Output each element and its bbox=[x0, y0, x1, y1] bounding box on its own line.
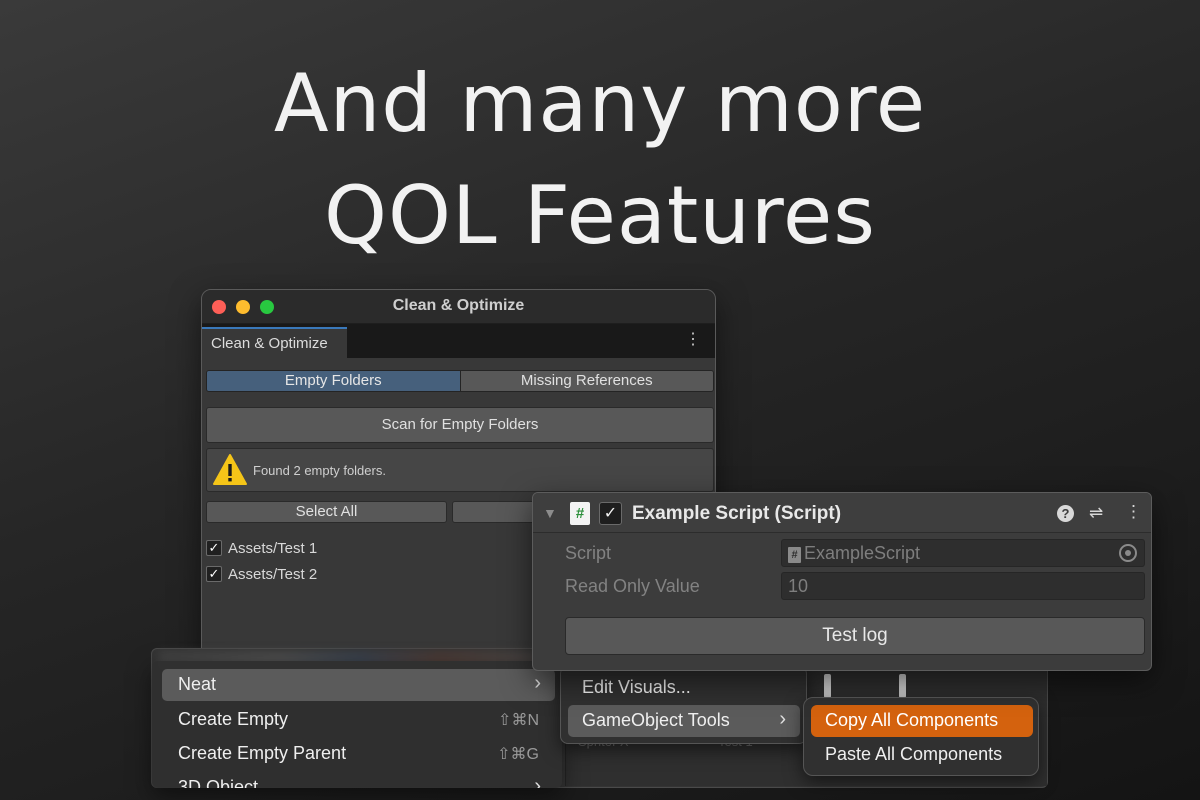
menu-item-label: GameObject Tools bbox=[582, 710, 730, 730]
test-log-button[interactable]: Test log bbox=[565, 617, 1145, 655]
script-field[interactable]: # ExampleScript bbox=[781, 539, 1145, 567]
warning-icon bbox=[213, 454, 247, 485]
headline: And many more QOL Features bbox=[0, 48, 1200, 272]
folder-path: Assets/Test 2 bbox=[228, 565, 318, 583]
foldout-arrow-icon[interactable]: ▼ bbox=[543, 505, 557, 521]
gameobject-tools-submenu: Copy All Components Paste All Components bbox=[803, 697, 1039, 776]
folder-checkbox[interactable]: ✓ bbox=[206, 566, 222, 582]
menu-item-label: Edit Visuals... bbox=[582, 677, 691, 697]
read-only-value: 10 bbox=[788, 576, 809, 596]
kebab-icon[interactable]: ⋮ bbox=[685, 331, 701, 349]
object-picker-icon[interactable] bbox=[1119, 544, 1137, 562]
select-all-button[interactable]: Select All bbox=[206, 501, 447, 523]
folder-row[interactable]: ✓ Assets/Test 2 bbox=[206, 563, 317, 585]
mode-toolbar: Empty Folders Missing References bbox=[206, 370, 714, 392]
chevron-right-icon: › bbox=[779, 708, 786, 730]
folder-path: Assets/Test 1 bbox=[228, 539, 318, 557]
headline-line-2: QOL Features bbox=[324, 169, 876, 262]
chevron-right-icon: › bbox=[534, 775, 541, 788]
headline-line-1: And many more bbox=[273, 57, 927, 150]
menu-shortcut: ⇧⌘G bbox=[497, 746, 539, 763]
folder-checkbox[interactable]: ✓ bbox=[206, 540, 222, 556]
menu-shortcut: ⇧⌘N bbox=[498, 712, 539, 729]
help-message: Found 2 empty folders. bbox=[253, 463, 386, 478]
menu-item-create-empty-parent[interactable]: Create Empty Parent ⇧⌘G bbox=[162, 738, 555, 770]
menu-item-neat[interactable]: Neat › bbox=[162, 669, 555, 701]
read-only-label: Read Only Value bbox=[565, 576, 700, 596]
tab-bar: Clean & Optimize ⋮ bbox=[202, 324, 715, 358]
menu-item-copy-all-components[interactable]: Copy All Components bbox=[811, 705, 1033, 737]
component-title: Example Script (Script) bbox=[632, 503, 842, 524]
window-titlebar[interactable]: Clean & Optimize bbox=[202, 290, 715, 324]
read-only-field: 10 bbox=[781, 572, 1145, 600]
menu-item-3d-object[interactable]: 3D Object › bbox=[162, 772, 555, 788]
menu-item-label: Create Empty bbox=[178, 709, 289, 729]
folder-row[interactable]: ✓ Assets/Test 1 bbox=[206, 537, 317, 559]
menu-item-edit-visuals[interactable]: Edit Visuals... bbox=[568, 672, 800, 704]
menu-item-label: Neat bbox=[178, 674, 217, 694]
inspector-component: ▼ # ✓ Example Script (Script) ? ⇌ ⋮ Scri… bbox=[532, 492, 1152, 671]
component-header[interactable]: ▼ # ✓ Example Script (Script) ? ⇌ ⋮ bbox=[533, 493, 1151, 533]
scan-empty-folders-button[interactable]: Scan for Empty Folders bbox=[206, 407, 714, 443]
handle-bar bbox=[899, 674, 906, 698]
handle-bar bbox=[824, 674, 831, 698]
tab-empty-folders[interactable]: Empty Folders bbox=[207, 371, 461, 391]
menu-item-create-empty[interactable]: Create Empty ⇧⌘N bbox=[162, 704, 555, 736]
window-title: Clean & Optimize bbox=[392, 297, 525, 314]
tab-missing-references[interactable]: Missing References bbox=[460, 371, 713, 391]
csharp-script-icon: # bbox=[570, 502, 590, 525]
neat-submenu: Edit Visuals... GameObject Tools › bbox=[560, 666, 807, 744]
script-field-value: ExampleScript bbox=[804, 543, 921, 563]
component-enabled-checkbox[interactable]: ✓ bbox=[599, 502, 622, 525]
tab-clean-optimize[interactable]: Clean & Optimize bbox=[202, 327, 347, 358]
menu-item-paste-all-components[interactable]: Paste All Components bbox=[811, 739, 1033, 771]
kebab-icon[interactable]: ⋮ bbox=[1125, 501, 1142, 523]
menu-item-label: Create Empty Parent bbox=[178, 743, 347, 763]
script-label: Script bbox=[565, 543, 612, 563]
context-menu: Neat › Create Empty ⇧⌘N Create Empty Par… bbox=[152, 661, 562, 788]
script-asset-icon: # bbox=[788, 547, 801, 563]
chevron-right-icon: › bbox=[534, 672, 541, 694]
menu-item-gameobject-tools[interactable]: GameObject Tools › bbox=[568, 705, 800, 737]
menu-item-label: 3D Object bbox=[178, 777, 259, 788]
preset-icon[interactable]: ⇌ bbox=[1089, 503, 1103, 523]
help-box: Found 2 empty folders. bbox=[206, 448, 714, 492]
help-icon[interactable]: ? bbox=[1057, 505, 1074, 522]
